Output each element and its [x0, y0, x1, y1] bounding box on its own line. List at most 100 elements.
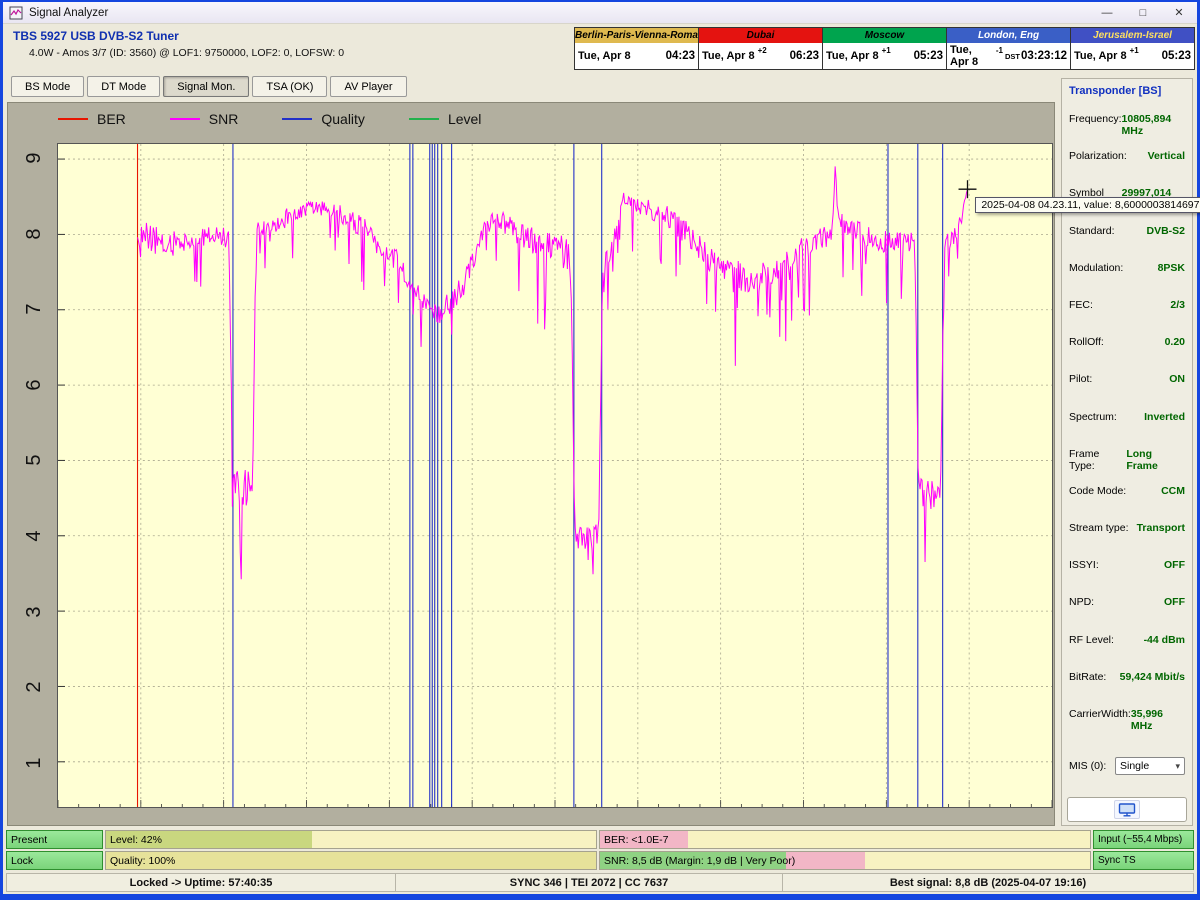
mis-dropdown[interactable]: Single ▾: [1115, 757, 1185, 775]
clock-city-label: Jerusalem-Israel: [1071, 28, 1194, 43]
statusbar-sync-counters: SYNC 346 | TEI 2072 | CC 7637: [395, 874, 783, 891]
clock-time: 05:23: [1162, 50, 1191, 62]
clock-date: Tue, Apr 8: [1074, 50, 1127, 62]
legend-item-quality: Quality: [282, 111, 365, 127]
maximize-button[interactable]: □: [1125, 2, 1161, 24]
transponder-title: Transponder [BS]: [1069, 85, 1185, 99]
tab-dt-mode[interactable]: DT Mode: [87, 76, 160, 97]
bar-segment: [786, 852, 864, 869]
clock-time-row: Tue, Apr 8+105:23: [823, 43, 946, 69]
window-title: Signal Analyzer: [29, 7, 1089, 19]
transponder-row-spectrum: Spectrum: Inverted: [1069, 411, 1185, 448]
transponder-label: NPD:: [1069, 596, 1094, 608]
transponder-label: Frame Type:: [1069, 448, 1126, 472]
transponder-row-pilot: Pilot:ON: [1069, 373, 1185, 410]
y-axis-tick-label: 1: [21, 752, 47, 774]
panel-footer: [1067, 797, 1187, 822]
transponder-label: Modulation:: [1069, 262, 1123, 274]
lock-indicator: Lock: [6, 851, 103, 870]
legend-label: Quality: [321, 111, 365, 127]
transponder-label: Polarization:: [1069, 150, 1127, 162]
clock-moscow: MoscowTue, Apr 8+105:23: [822, 27, 947, 70]
y-axis-tick-label: 7: [21, 298, 47, 320]
clock-date: Tue, Apr 8: [950, 44, 993, 68]
transponder-row-polarization: Polarization: Vertical: [1069, 150, 1185, 187]
clock-date: Tue, Apr 8: [578, 50, 631, 62]
ber-bar-label: BER: <1.0E-7: [604, 834, 669, 846]
clock-date: Tue, Apr 8: [826, 50, 879, 62]
clock-jerusalem-israel: Jerusalem-IsraelTue, Apr 8+105:23: [1070, 27, 1195, 70]
close-button[interactable]: ✕: [1161, 2, 1197, 24]
transponder-label: RollOff:: [1069, 336, 1104, 348]
transponder-label: CarrierWidth:: [1069, 708, 1131, 720]
clock-london-eng: London, EngTue, Apr 8-1DST03:23:12: [946, 27, 1071, 70]
bar-segment: [865, 852, 1090, 869]
transponder-label: RF Level:: [1069, 634, 1114, 646]
transponder-value: -44 dBm: [1144, 634, 1185, 646]
transponder-label: Standard:: [1069, 225, 1115, 237]
clock-time-row: Tue, Apr 8-1DST03:23:12: [947, 43, 1070, 69]
transponder-label: Spectrum:: [1069, 411, 1117, 423]
chevron-down-icon: ▾: [1175, 761, 1180, 772]
transponder-row-issyi: ISSYI:OFF: [1069, 559, 1185, 596]
snr-bar-label: SNR: 8,5 dB (Margin: 1,9 dB | Very Poor): [604, 855, 795, 867]
minimize-button[interactable]: —: [1089, 2, 1125, 24]
tab-av-player[interactable]: AV Player: [330, 76, 406, 97]
quality-bar-label: Quality: 100%: [110, 855, 175, 867]
clock-utc-offset: -1: [996, 43, 1003, 55]
mode-tabs: BS ModeDT ModeSignal Mon.TSA (OK)AV Play…: [3, 74, 1197, 100]
tab-bs-mode[interactable]: BS Mode: [11, 76, 84, 97]
transponder-panel: Transponder [BS] Frequency:10805,894 MHz…: [1061, 78, 1193, 826]
legend-label: SNR: [209, 111, 239, 127]
legend-label: Level: [448, 111, 481, 127]
transponder-row-fec: FEC:2/3: [1069, 299, 1185, 336]
transponder-value: Long Frame: [1126, 448, 1185, 472]
clock-time: 06:23: [790, 50, 819, 62]
transponder-value: 10805,894 MHz: [1122, 113, 1185, 137]
tab-signal-mon[interactable]: Signal Mon.: [163, 76, 249, 97]
tab-tsa-ok[interactable]: TSA (OK): [252, 76, 327, 97]
clock-utc-offset: +2: [758, 43, 767, 55]
ber-bar: BER: <1.0E-7: [599, 830, 1091, 849]
transponder-row-frequency: Frequency:10805,894 MHz: [1069, 113, 1185, 150]
quality-bar: Quality: 100%: [105, 851, 597, 870]
y-axis-tick-label: 5: [21, 449, 47, 471]
transponder-row-carrierwidth: CarrierWidth:35,996 MHz: [1069, 708, 1185, 745]
legend-swatch: [58, 118, 88, 120]
sync-ts-indicator: Sync TS: [1093, 851, 1194, 870]
transponder-value: Inverted: [1144, 411, 1185, 423]
transponder-label: Stream type:: [1069, 522, 1129, 534]
transponder-row-bitrate: BitRate:59,424 Mbit/s: [1069, 671, 1185, 708]
y-axis-tick-label: 6: [21, 374, 47, 396]
transponder-row-rolloff: RollOff:0.20: [1069, 336, 1185, 373]
status-row-2: Lock Quality: 100% SNR: 8,5 dB (Margin: …: [6, 851, 1194, 870]
signal-chart[interactable]: [58, 144, 1052, 807]
transponder-row-npd: NPD: OFF: [1069, 596, 1185, 633]
mis-label: MIS (0):: [1069, 760, 1106, 772]
clock-berlin-paris-vienna-roma: Berlin-Paris-Vienna-RomaTue, Apr 804:23: [574, 27, 699, 70]
app-icon: [9, 6, 23, 20]
mis-row: MIS (0): Single ▾: [1069, 757, 1185, 775]
transponder-value: OFF: [1164, 596, 1185, 608]
transponder-value: DVB-S2: [1146, 225, 1185, 237]
level-bar: Level: 42%: [105, 830, 597, 849]
export-image-button[interactable]: [1114, 800, 1140, 819]
clock-city-label: Berlin-Paris-Vienna-Roma: [575, 28, 698, 43]
transponder-value: Vertical: [1148, 150, 1185, 162]
tuner-info: TBS 5927 USB DVB-S2 Tuner 4.0W - Amos 3/…: [13, 27, 344, 74]
app-window: Signal Analyzer — □ ✕ TBS 5927 USB DVB-S…: [0, 0, 1200, 900]
status-row-1: Present Level: 42% BER: <1.0E-7 Input (~…: [6, 830, 1194, 849]
chart-legend: BER SNR Quality Level: [58, 111, 525, 127]
mis-value: Single: [1120, 760, 1149, 772]
transponder-value: 2/3: [1170, 299, 1185, 311]
clock-dst-flag: DST: [1005, 52, 1020, 61]
clock-time: 05:23: [914, 50, 943, 62]
transponder-value: CCM: [1161, 485, 1185, 497]
legend-item-ber: BER: [58, 111, 126, 127]
clock-dubai: DubaiTue, Apr 8+206:23: [698, 27, 823, 70]
transponder-label: Frequency:: [1069, 113, 1122, 125]
transponder-row-rf-level: RF Level: -44 dBm: [1069, 634, 1185, 671]
statusbar: Locked -> Uptime: 57:40:35 SYNC 346 | TE…: [6, 873, 1194, 892]
transponder-value: 8PSK: [1158, 262, 1185, 274]
signal-plot[interactable]: [57, 143, 1053, 808]
